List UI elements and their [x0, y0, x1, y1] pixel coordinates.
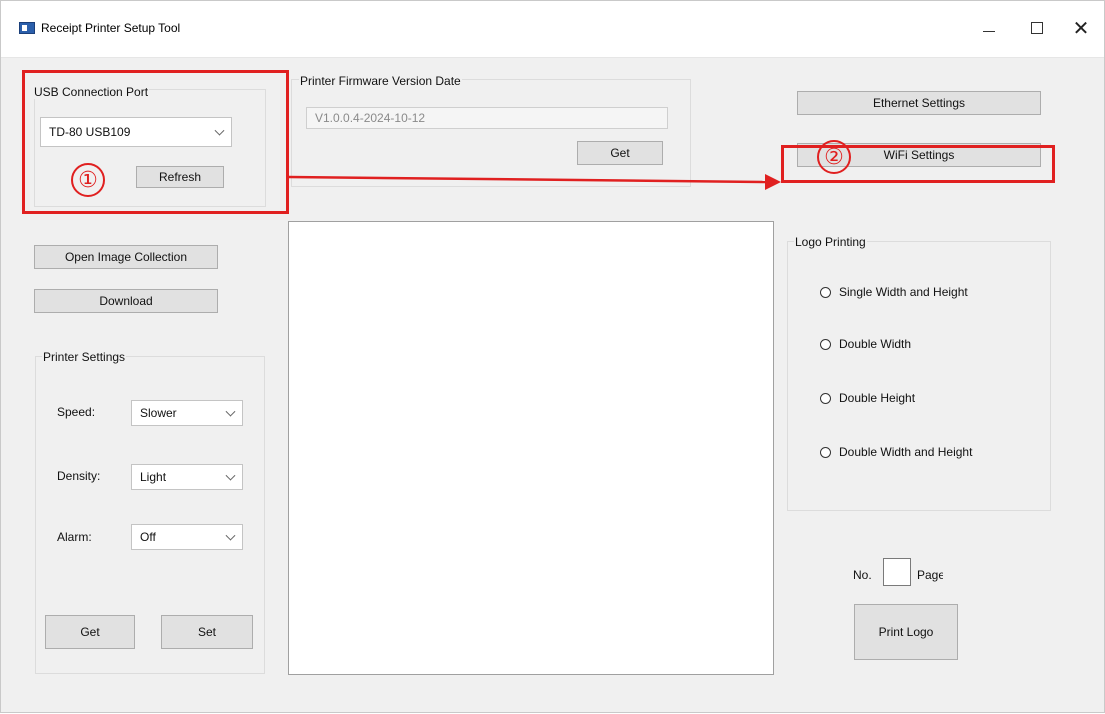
- annotation-arrow: [288, 174, 781, 190]
- app-window: Receipt Printer Setup Tool ✕ USB Connect…: [0, 0, 1105, 713]
